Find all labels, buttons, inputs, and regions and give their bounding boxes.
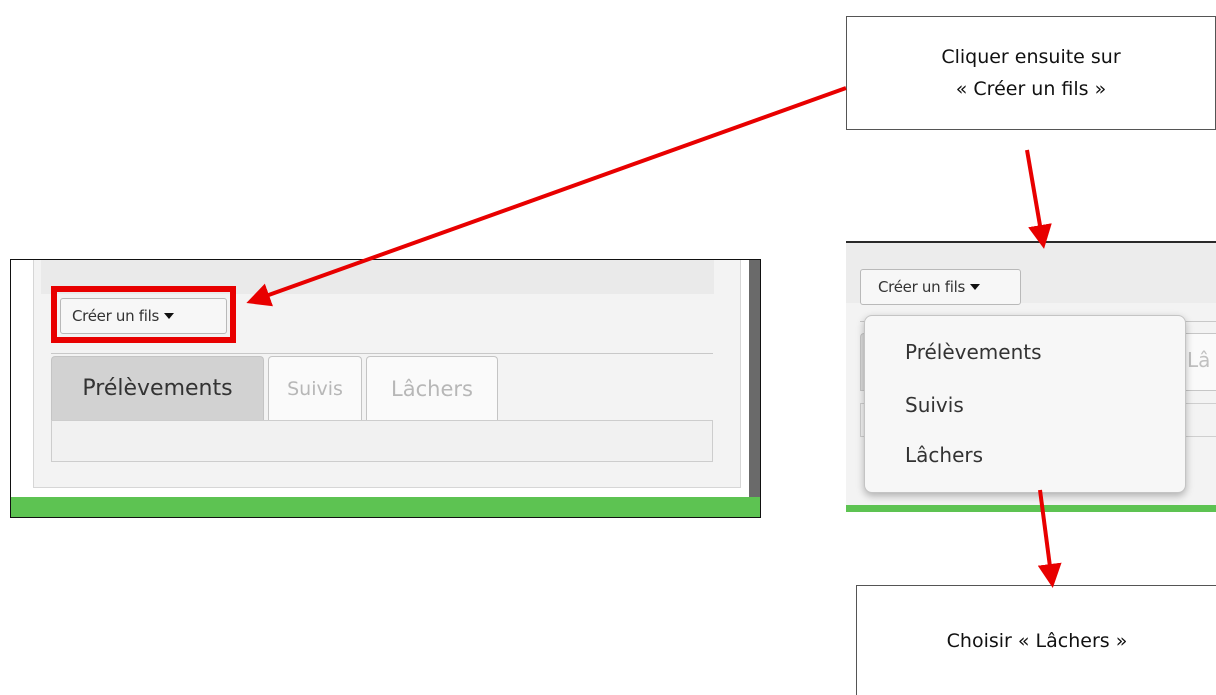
tab-label: Suivis xyxy=(287,377,343,400)
tab-content xyxy=(51,420,713,462)
panel-background: Créer un fils Prélèvements Suivis Lâcher… xyxy=(11,260,749,497)
tab-lachers[interactable]: Lâchers xyxy=(366,356,498,420)
instruction-callout-top: Cliquer ensuite sur « Créer un fils » xyxy=(846,16,1216,130)
caret-down-icon xyxy=(970,284,981,290)
tab-separator xyxy=(51,353,713,354)
screenshot-right: Créer un fils Lâ Prélèvements Suivis Lâc… xyxy=(846,241,1216,512)
highlight-box xyxy=(51,286,236,343)
create-child-dropdown-menu: Prélèvements Suivis Lâchers xyxy=(864,315,1186,493)
arrow-icon xyxy=(1025,149,1052,249)
window-edge xyxy=(749,260,760,497)
screenshot-left: Créer un fils Prélèvements Suivis Lâcher… xyxy=(10,259,761,518)
menu-item-lachers[interactable]: Lâchers xyxy=(905,443,983,467)
create-child-button-label: Créer un fils xyxy=(878,278,966,296)
instruction-line-1: Cliquer ensuite sur xyxy=(941,46,1121,68)
instruction-text: Choisir « Lâchers » xyxy=(946,629,1128,652)
tab-label: Prélèvements xyxy=(82,376,233,401)
create-child-button[interactable]: Créer un fils xyxy=(860,269,1021,305)
panel-background: Créer un fils Lâ Prélèvements Suivis Lâc… xyxy=(846,243,1216,505)
instruction-line-2: « Créer un fils » xyxy=(955,78,1107,100)
tab-prelevements[interactable]: Prélèvements xyxy=(51,356,264,420)
menu-item-prelevements[interactable]: Prélèvements xyxy=(905,340,1042,364)
instruction-callout-bottom: Choisir « Lâchers » xyxy=(856,585,1216,695)
tab-suivis[interactable]: Suivis xyxy=(268,356,362,420)
menu-item-suivis[interactable]: Suivis xyxy=(905,393,964,417)
tab-lachers[interactable]: Lâ xyxy=(1182,333,1216,391)
tab-label: Lâ xyxy=(1187,348,1211,372)
window-bottom-bar xyxy=(846,505,1216,512)
tab-label: Lâchers xyxy=(391,376,473,401)
